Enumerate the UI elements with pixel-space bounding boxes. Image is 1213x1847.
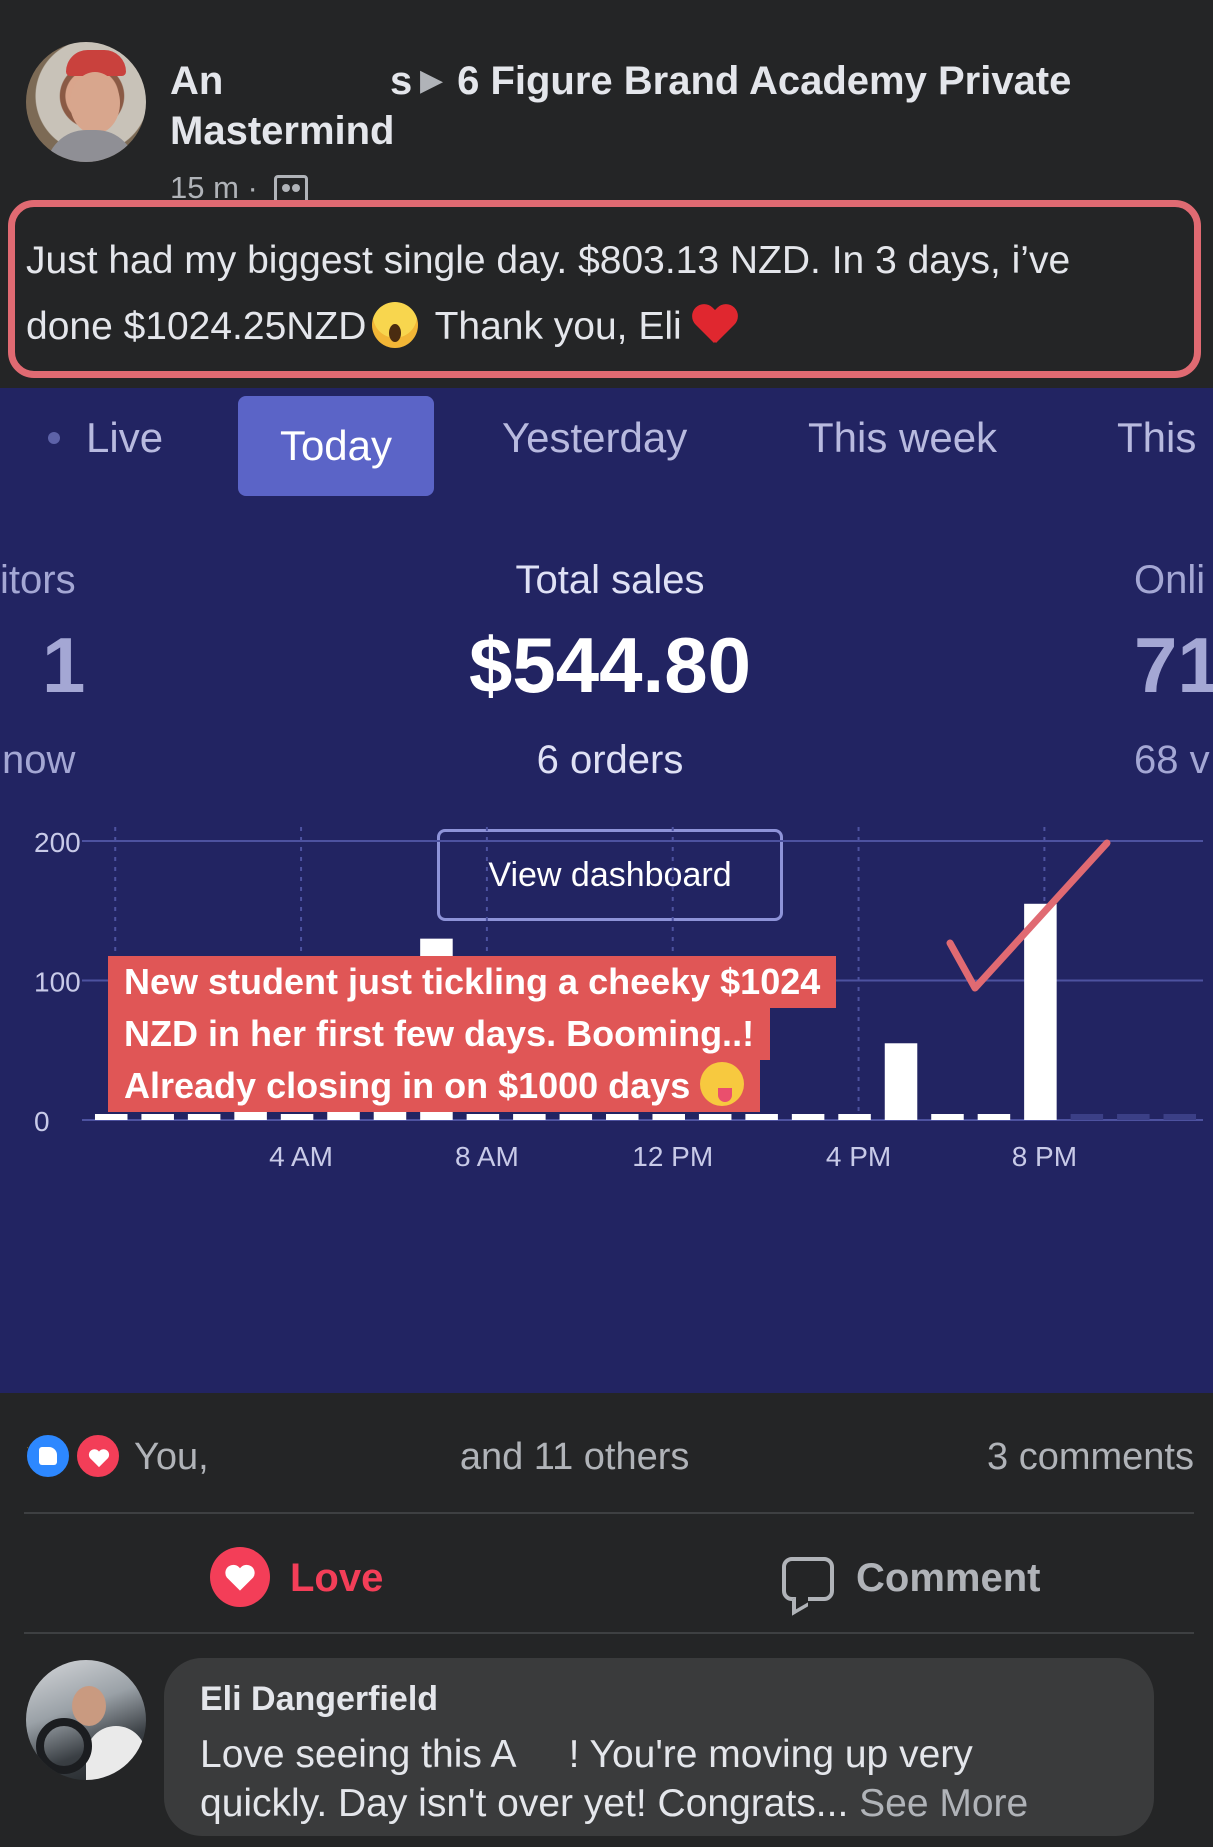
x-tick-label: 4 AM	[269, 1141, 333, 1172]
callout-line-1: New student just tickling a cheeky $1024	[108, 956, 837, 1008]
bar-12-pm	[652, 1114, 685, 1120]
bar-2-pm	[745, 1114, 778, 1120]
avatar-body	[46, 130, 136, 162]
bar-9-pm	[1070, 1114, 1104, 1120]
avatar-face	[70, 72, 120, 134]
reactions-names[interactable]: You, and 11 others	[134, 1432, 689, 1482]
post-text-line-1: Just had my biggest single day. $803.13 …	[26, 239, 1071, 282]
bar-9-am	[513, 1114, 546, 1120]
comment-button[interactable]: Comment	[782, 1546, 1040, 1610]
author-name[interactable]: An s	[170, 56, 420, 106]
divider	[24, 1512, 1194, 1514]
arrow-right-icon: ▶	[420, 64, 444, 97]
hourly-sales-chart: 0 100 200 4 AM 8 AM 12 PM 4 PM 8 PM	[34, 827, 1203, 1172]
callout-annotation: New student just tickling a cheeky $1024…	[108, 956, 924, 1112]
bar-1-am	[141, 1114, 174, 1120]
x-tick-label: 8 PM	[1012, 1141, 1077, 1172]
bar-2-am	[187, 1114, 221, 1120]
y-tick-label: 100	[34, 967, 81, 998]
post-text: Just had my biggest single day. $803.13 …	[26, 228, 1206, 360]
author-avatar[interactable]	[26, 42, 146, 162]
y-tick-label: 0	[34, 1106, 50, 1137]
scream-emoji-icon	[372, 302, 419, 348]
see-more-link[interactable]: See More	[859, 1782, 1028, 1825]
comment-bubble[interactable]: Eli Dangerfield Love seeing this A! You'…	[164, 1658, 1154, 1836]
divider	[24, 1632, 1194, 1634]
post-text-line-2: done $1024.25NZD Thank you, Eli	[26, 294, 1206, 360]
bar-4-pm	[838, 1114, 871, 1120]
callout-line-3: Already closing in on $1000 days	[108, 1060, 761, 1112]
comment-text: Love seeing this A! You're moving up ver…	[200, 1733, 1029, 1825]
bar-8-am	[466, 1114, 500, 1120]
bar-11-pm	[1163, 1114, 1197, 1120]
x-tick-label: 12 PM	[632, 1141, 713, 1172]
bar-1-pm	[698, 1114, 732, 1120]
reactions-summary[interactable]: You, and 11 others 3 comments	[24, 1432, 1194, 1482]
y-tick-label: 200	[34, 827, 81, 858]
red-heart-icon	[692, 305, 738, 347]
x-tick-label: 8 AM	[455, 1141, 519, 1172]
love-button[interactable]: Love	[210, 1546, 383, 1610]
post-header: An s ▶ 6 Figure Brand Academy Private Mast…	[170, 56, 1180, 156]
sales-dashboard-image[interactable]: Live Today Yesterday This week This itor…	[0, 388, 1213, 1393]
comments-count[interactable]: 3 comments	[987, 1432, 1194, 1482]
bar-7-pm	[977, 1114, 1011, 1120]
bar-6-pm	[931, 1114, 964, 1120]
bar-3-pm	[791, 1114, 825, 1120]
commenter-name[interactable]: Eli Dangerfield	[200, 1680, 438, 1719]
callout-line-2: NZD in her first few days. Booming..!	[108, 1008, 771, 1060]
commenter-avatar[interactable]	[26, 1660, 146, 1780]
love-reaction-icon	[74, 1432, 122, 1480]
bar-8-pm	[1024, 903, 1057, 1120]
bar-11-am	[606, 1114, 639, 1120]
bar-10-am	[559, 1114, 593, 1120]
like-reaction-icon	[24, 1432, 72, 1480]
bar-12-am	[94, 1114, 128, 1120]
bar-4-am	[280, 1114, 314, 1120]
wink-emoji-icon	[700, 1062, 745, 1106]
bar-10-pm	[1117, 1114, 1150, 1120]
x-tick-label: 4 PM	[826, 1141, 891, 1172]
comment-icon	[782, 1557, 834, 1601]
love-icon	[210, 1547, 270, 1607]
